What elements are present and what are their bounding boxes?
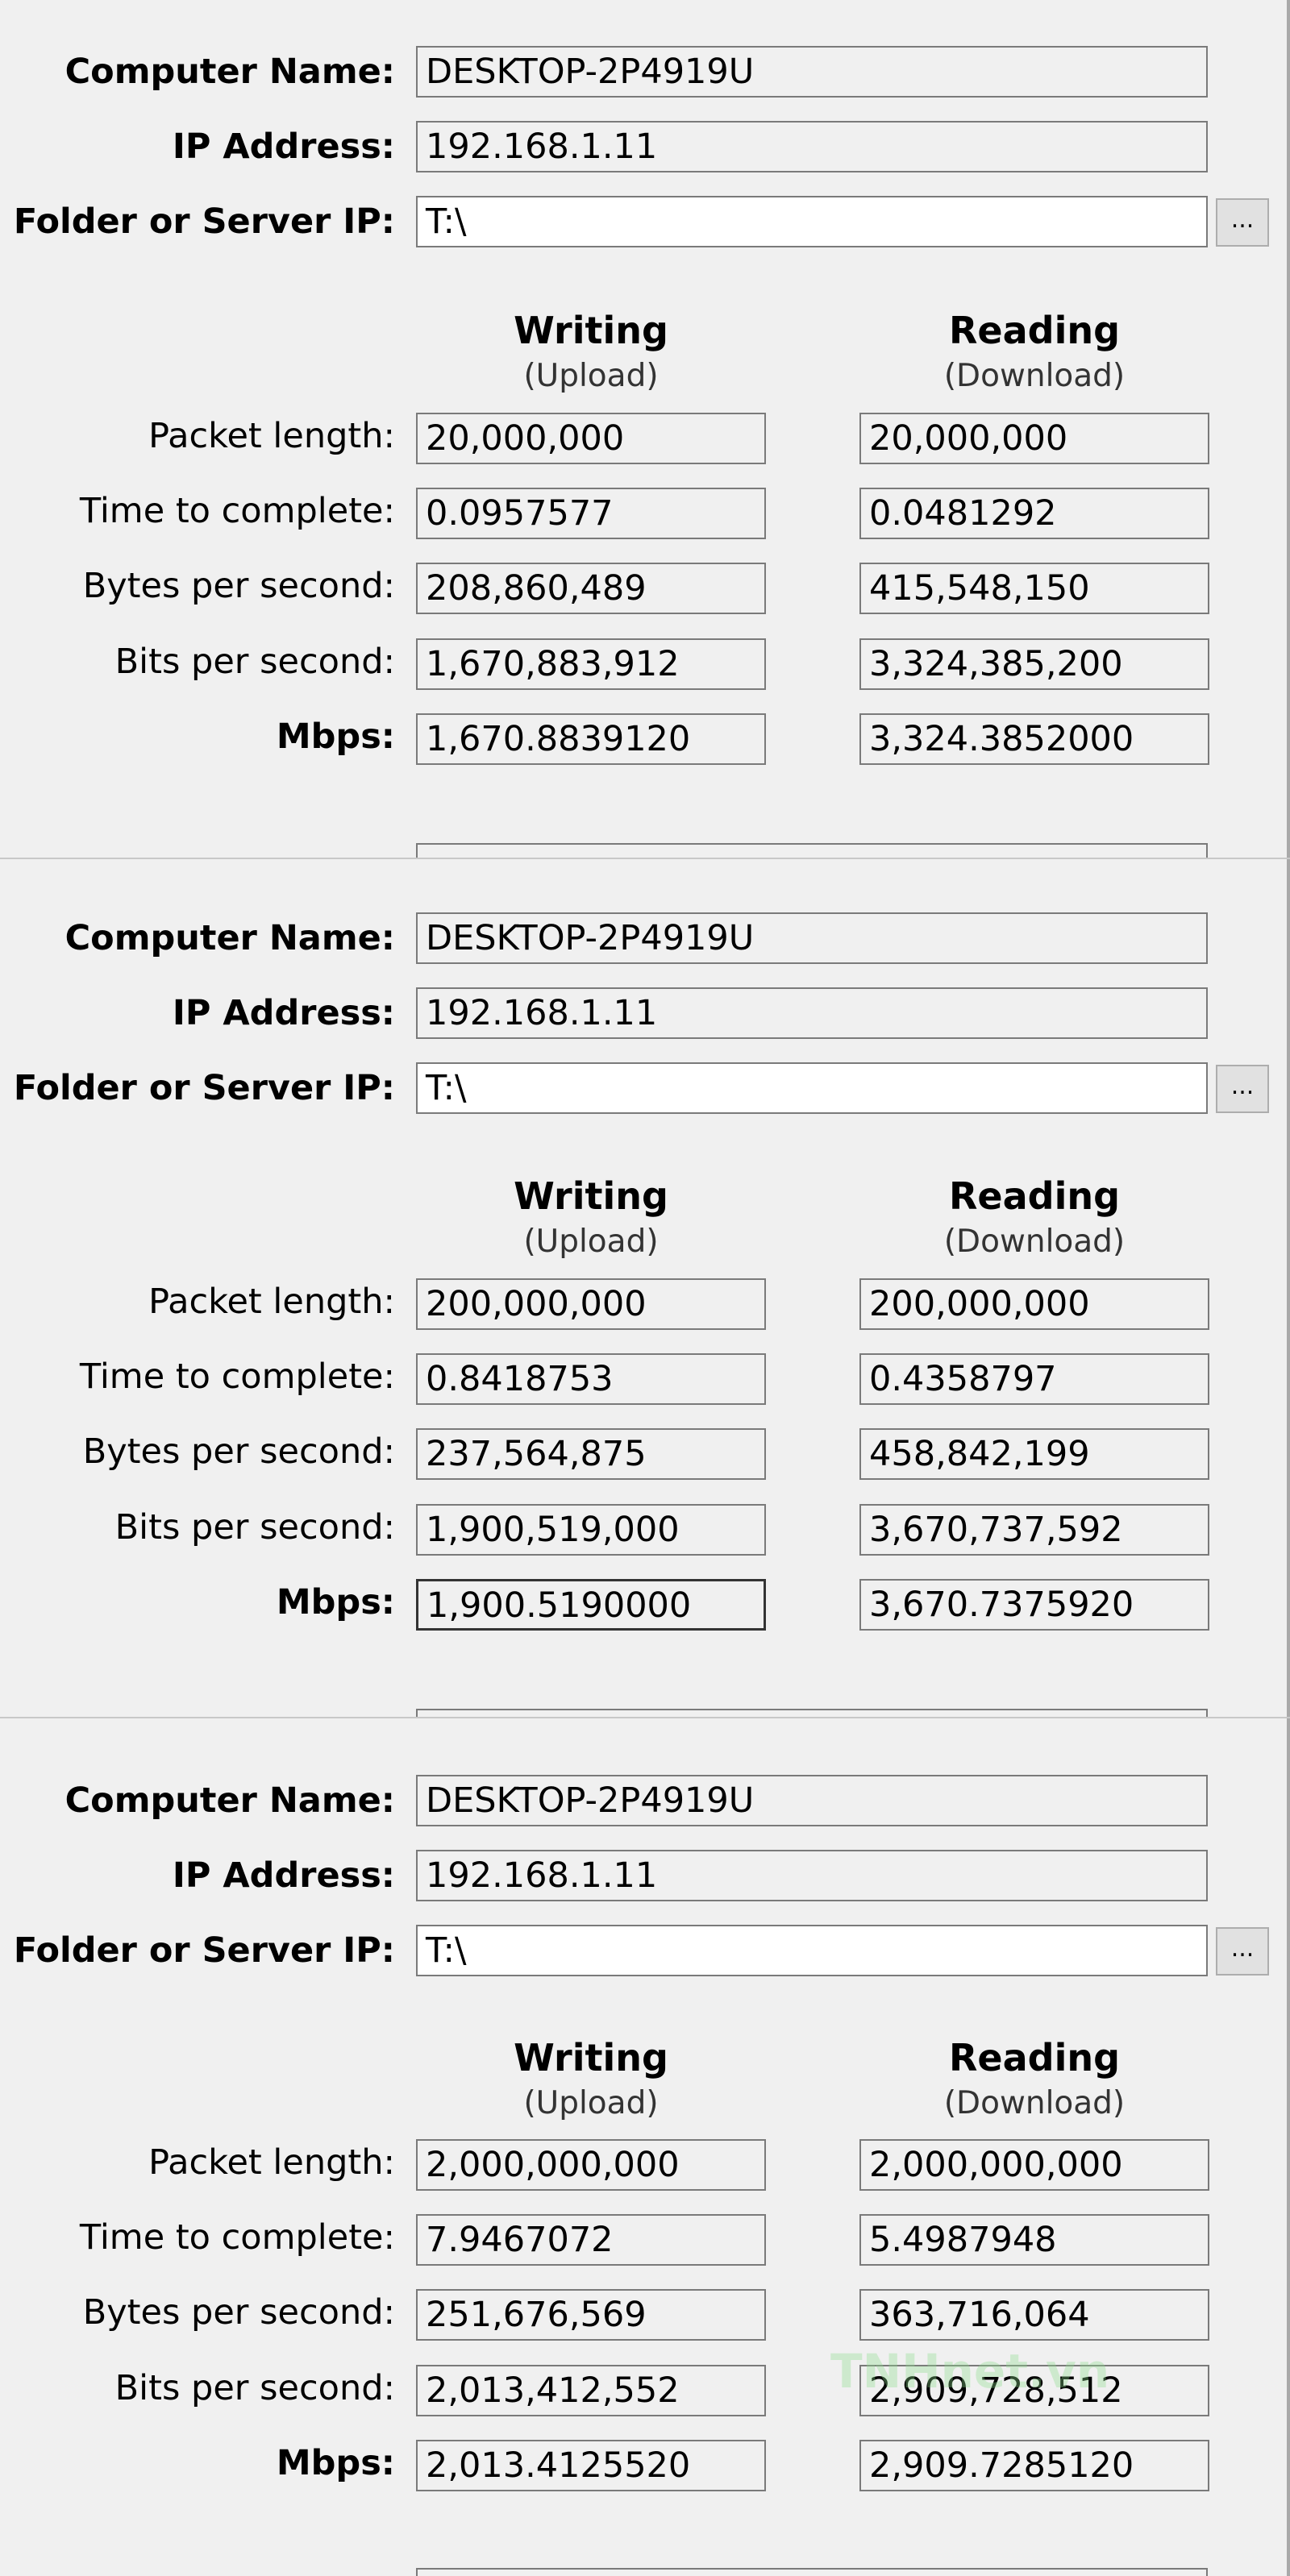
writing-header: Writing (514, 1174, 668, 1218)
writing-bytes-per-second-field[interactable]: 237,564,875 (416, 1428, 766, 1480)
upload-subheader: (Upload) (523, 2085, 659, 2121)
download-subheader: (Download) (943, 1224, 1126, 1260)
download-subheader: (Download) (943, 358, 1126, 394)
reading-bytes-per-second-field[interactable]: 415,548,150 (859, 563, 1209, 614)
computer-name-label: Computer Name: (64, 52, 395, 92)
computer-name-field[interactable]: DESKTOP-2P4919U (416, 46, 1208, 98)
reading-time-field[interactable]: 5.4987948 (859, 2214, 1209, 2266)
mbps-label: Mbps: (276, 717, 395, 757)
ip-address-label: IP Address: (172, 993, 395, 1033)
reading-bits-per-second-field[interactable]: 3,670,737,592 (859, 1504, 1209, 1556)
browse-button[interactable]: ... (1216, 1065, 1269, 1113)
folder-input[interactable]: T:\ (416, 1925, 1208, 1976)
mbps-label: Mbps: (276, 2443, 395, 2483)
reading-mbps-field[interactable]: 3,670.7375920 (859, 1579, 1209, 1631)
ip-address-field[interactable]: 192.168.1.11 (416, 1850, 1208, 1901)
folder-label: Folder or Server IP: (13, 1930, 395, 1971)
folder-input[interactable]: T:\ (416, 196, 1208, 247)
writing-mbps-field[interactable]: 2,013.4125520 (416, 2440, 766, 2491)
writing-bytes-per-second-field[interactable]: 251,676,569 (416, 2289, 766, 2341)
reading-mbps-field[interactable]: 2,909.7285120 (859, 2440, 1209, 2491)
bytes-per-second-label: Bytes per second: (82, 1431, 395, 1472)
writing-header: Writing (514, 309, 668, 352)
bytes-per-second-label: Bytes per second: (82, 566, 395, 606)
ip-address-label: IP Address: (172, 127, 395, 167)
writing-header: Writing (514, 2036, 668, 2079)
folder-label: Folder or Server IP: (13, 202, 395, 242)
ip-address-field[interactable]: 192.168.1.11 (416, 121, 1208, 172)
test-result-panel-1: Computer Name: DESKTOP-2P4919U IP Addres… (0, 0, 1290, 859)
time-to-complete-label: Time to complete: (79, 491, 395, 531)
bits-per-second-label: Bits per second: (114, 2368, 395, 2408)
packet-length-label: Packet length: (148, 2142, 395, 2183)
writing-packet-length-field[interactable]: 200,000,000 (416, 1278, 766, 1330)
browse-button[interactable]: ... (1216, 1927, 1269, 1976)
watermark: TNHnet.vn (830, 2344, 1110, 2399)
status-field (416, 2568, 1208, 2576)
computer-name-field[interactable]: DESKTOP-2P4919U (416, 1775, 1208, 1826)
computer-name-label: Computer Name: (64, 918, 395, 958)
browse-button[interactable]: ... (1216, 198, 1269, 247)
time-to-complete-label: Time to complete: (79, 1357, 395, 1397)
time-to-complete-label: Time to complete: (79, 2217, 395, 2258)
reading-packet-length-field[interactable]: 20,000,000 (859, 413, 1209, 464)
writing-bits-per-second-field[interactable]: 1,670,883,912 (416, 638, 766, 690)
writing-packet-length-field[interactable]: 20,000,000 (416, 413, 766, 464)
reading-header: Reading (948, 2036, 1121, 2079)
test-result-panel-2: Computer Name: DESKTOP-2P4919U IP Addres… (0, 859, 1290, 1718)
reading-packet-length-field[interactable]: 2,000,000,000 (859, 2139, 1209, 2191)
bits-per-second-label: Bits per second: (114, 642, 395, 682)
reading-time-field[interactable]: 0.4358797 (859, 1353, 1209, 1405)
reading-bits-per-second-field[interactable]: 3,324,385,200 (859, 638, 1209, 690)
reading-time-field[interactable]: 0.0481292 (859, 488, 1209, 539)
packet-length-label: Packet length: (148, 416, 395, 456)
writing-mbps-field[interactable]: 1,670.8839120 (416, 713, 766, 765)
writing-packet-length-field[interactable]: 2,000,000,000 (416, 2139, 766, 2191)
writing-mbps-field[interactable]: 1,900.5190000 (416, 1579, 766, 1631)
upload-subheader: (Upload) (523, 358, 659, 394)
packet-length-label: Packet length: (148, 1282, 395, 1322)
reading-bytes-per-second-field[interactable]: 458,842,199 (859, 1428, 1209, 1480)
folder-input[interactable]: T:\ (416, 1062, 1208, 1114)
writing-bytes-per-second-field[interactable]: 208,860,489 (416, 563, 766, 614)
ip-address-label: IP Address: (172, 1855, 395, 1896)
status-field (416, 843, 1208, 859)
mbps-label: Mbps: (276, 1582, 395, 1622)
test-result-panel-3: Computer Name: DESKTOP-2P4919U IP Addres… (0, 1718, 1290, 2576)
reading-header: Reading (948, 309, 1121, 352)
writing-bits-per-second-field[interactable]: 1,900,519,000 (416, 1504, 766, 1556)
writing-time-field[interactable]: 7.9467072 (416, 2214, 766, 2266)
writing-time-field[interactable]: 0.8418753 (416, 1353, 766, 1405)
reading-mbps-field[interactable]: 3,324.3852000 (859, 713, 1209, 765)
upload-subheader: (Upload) (523, 1224, 659, 1260)
reading-header: Reading (948, 1174, 1121, 1218)
bytes-per-second-label: Bytes per second: (82, 2292, 395, 2333)
ip-address-field[interactable]: 192.168.1.11 (416, 987, 1208, 1039)
folder-label: Folder or Server IP: (13, 1068, 395, 1108)
download-subheader: (Download) (943, 2085, 1126, 2121)
bits-per-second-label: Bits per second: (114, 1507, 395, 1548)
computer-name-label: Computer Name: (64, 1780, 395, 1821)
writing-bits-per-second-field[interactable]: 2,013,412,552 (416, 2365, 766, 2416)
reading-bytes-per-second-field[interactable]: 363,716,064 (859, 2289, 1209, 2341)
reading-packet-length-field[interactable]: 200,000,000 (859, 1278, 1209, 1330)
writing-time-field[interactable]: 0.0957577 (416, 488, 766, 539)
computer-name-field[interactable]: DESKTOP-2P4919U (416, 912, 1208, 964)
